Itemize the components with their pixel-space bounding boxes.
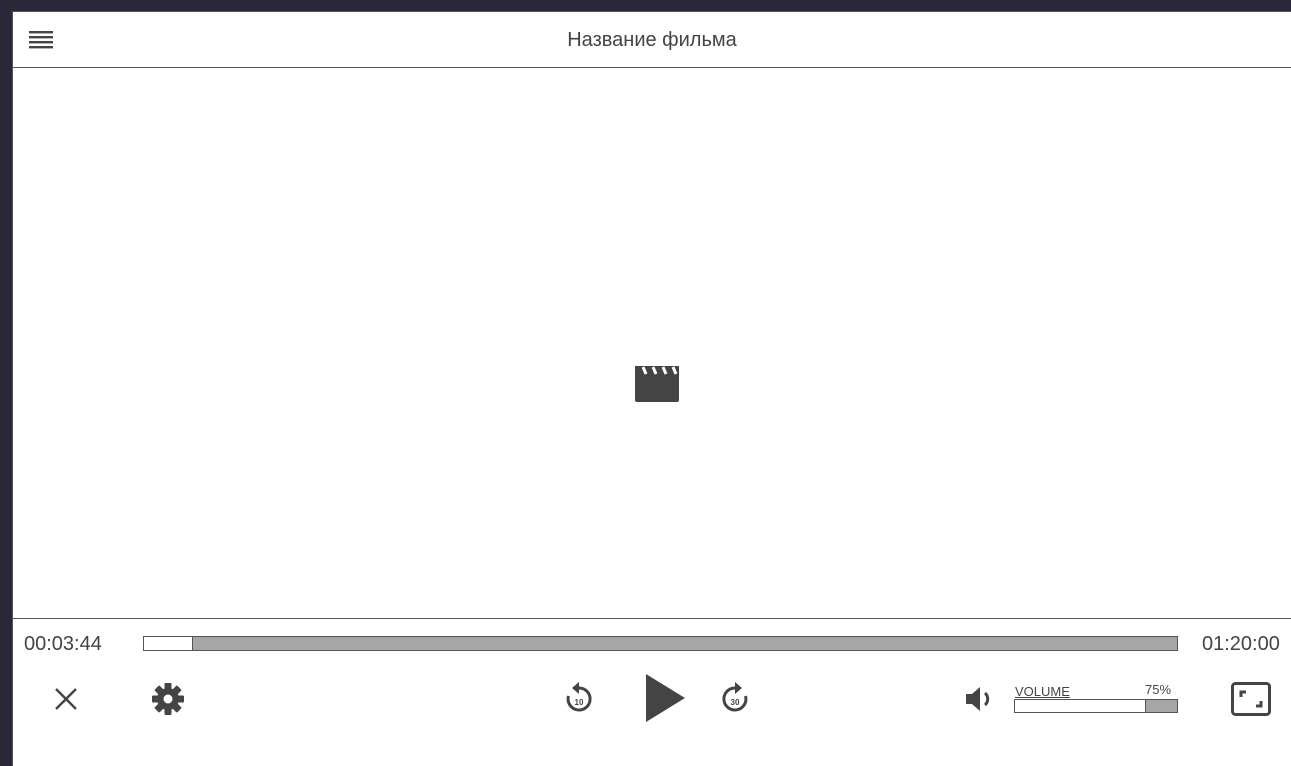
volume-percent: 75% — [1145, 682, 1172, 697]
seek-bar-remaining — [192, 637, 1177, 650]
rewind-10-icon[interactable]: 10 — [565, 680, 593, 714]
video-viewport[interactable] — [13, 68, 1291, 619]
forward-label: 30 — [731, 698, 740, 707]
rewind-label: 10 — [575, 698, 584, 707]
volume-label: VOLUME — [1015, 684, 1070, 699]
video-player: Название фильма 00:03:44 01:20:00 10 30 … — [12, 11, 1291, 766]
seek-bar[interactable] — [143, 636, 1178, 651]
close-icon[interactable] — [53, 686, 79, 712]
gear-icon[interactable] — [151, 682, 185, 716]
player-header: Название фильма — [13, 12, 1291, 68]
movie-title: Название фильма — [567, 29, 737, 51]
volume-slider-remaining — [1144, 700, 1177, 712]
total-time: 01:20:00 — [1202, 633, 1280, 655]
film-clapperboard-icon — [635, 366, 679, 402]
play-icon[interactable] — [643, 672, 687, 724]
fullscreen-icon[interactable] — [1231, 682, 1271, 716]
current-time: 00:03:44 — [24, 633, 102, 655]
volume-slider[interactable] — [1014, 699, 1178, 713]
forward-30-icon[interactable]: 30 — [721, 680, 749, 714]
volume-icon[interactable] — [963, 684, 999, 714]
